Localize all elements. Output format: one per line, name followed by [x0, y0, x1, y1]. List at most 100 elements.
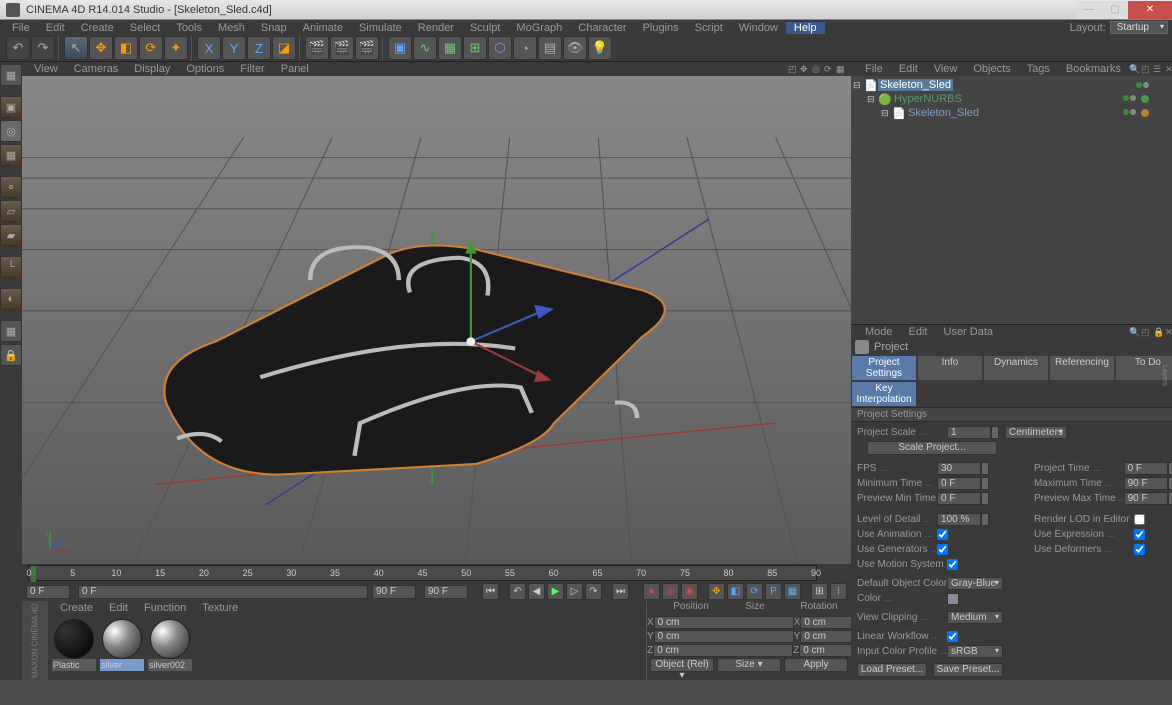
- attr-menu-mode[interactable]: Mode: [857, 326, 901, 338]
- obj-close-icon[interactable]: ✕: [1165, 64, 1172, 74]
- use-def-check[interactable]: [1134, 544, 1145, 555]
- attr-close-icon[interactable]: ✕: [1165, 327, 1172, 337]
- menu-script[interactable]: Script: [687, 22, 731, 34]
- mat-menu-edit[interactable]: Edit: [101, 602, 136, 614]
- coord-system-button[interactable]: ◪: [272, 36, 296, 60]
- obj-menu-bookmarks[interactable]: Bookmarks: [1058, 63, 1129, 75]
- window-maximize-button[interactable]: ▢: [1102, 1, 1128, 19]
- add-light-button[interactable]: 👁: [563, 36, 587, 60]
- record-button[interactable]: ●: [643, 583, 660, 600]
- keysel-button[interactable]: ◉: [681, 583, 698, 600]
- redo-button[interactable]: ↷: [31, 36, 55, 60]
- obj-menu-view[interactable]: View: [926, 63, 966, 75]
- render-region-button[interactable]: 🎬: [330, 36, 354, 60]
- lock-button[interactable]: 🔒: [0, 344, 22, 366]
- y-axis-button[interactable]: Y: [222, 36, 246, 60]
- attr-tab-referencing[interactable]: Referencing: [1049, 355, 1115, 381]
- default-color-select[interactable]: Gray-Blue: [947, 577, 1003, 590]
- pos-y[interactable]: [654, 630, 794, 643]
- max-time-field[interactable]: [1124, 477, 1168, 490]
- attr-tab-dynamics[interactable]: Dynamics: [983, 355, 1049, 381]
- add-camera-button[interactable]: ▤: [538, 36, 562, 60]
- prev-key-button[interactable]: ↶: [509, 583, 526, 600]
- axis-mode-button[interactable]: └: [0, 256, 22, 278]
- obj-menu-edit[interactable]: Edit: [891, 63, 926, 75]
- end-frame-field[interactable]: [372, 585, 416, 599]
- menu-snap[interactable]: Snap: [253, 22, 295, 34]
- menu-file[interactable]: File: [4, 22, 38, 34]
- use-gen-check[interactable]: [937, 544, 948, 555]
- menu-render[interactable]: Render: [410, 22, 462, 34]
- recent-tool[interactable]: ✦: [164, 36, 188, 60]
- select-tool[interactable]: ↖: [64, 36, 88, 60]
- add-cube-button[interactable]: ▣: [388, 36, 412, 60]
- coord-btn-2[interactable]: Apply: [784, 658, 848, 672]
- obj-menu-file[interactable]: File: [857, 63, 891, 75]
- color-swatch[interactable]: [947, 593, 959, 605]
- end-range-field[interactable]: [424, 585, 468, 599]
- z-axis-button[interactable]: Z: [247, 36, 271, 60]
- key-pos-button[interactable]: ✥: [708, 583, 725, 600]
- attr-search-icon[interactable]: 🔍: [1129, 327, 1139, 337]
- mat-menu-function[interactable]: Function: [136, 602, 194, 614]
- input-color-select[interactable]: sRGB: [947, 645, 1003, 658]
- attr-tab-info[interactable]: Info: [917, 355, 983, 381]
- window-close-button[interactable]: ✕: [1128, 1, 1172, 19]
- attr-up-icon[interactable]: ◰: [1141, 327, 1151, 337]
- menu-help[interactable]: Help: [786, 22, 825, 34]
- key-pla-button[interactable]: ▦: [784, 583, 801, 600]
- undo-button[interactable]: ↶: [6, 36, 30, 60]
- obj-menu-tags[interactable]: Tags: [1019, 63, 1058, 75]
- pos-z[interactable]: [653, 644, 793, 657]
- lod-field[interactable]: [937, 513, 981, 526]
- key-opts-button[interactable]: ⊞: [811, 583, 828, 600]
- add-environment-button[interactable]: ◔: [513, 36, 537, 60]
- render-settings-button[interactable]: 🎬: [355, 36, 379, 60]
- layout-select[interactable]: Startup: [1110, 21, 1168, 34]
- material-silver[interactable]: silver: [100, 619, 144, 676]
- object-tree[interactable]: ⊟📄Skeleton_Sled⊟🟢HyperNURBS⊟📄Skeleton_Sl…: [851, 76, 1172, 324]
- project-scale-field[interactable]: [947, 426, 991, 439]
- goto-end-button[interactable]: ⏭: [612, 583, 629, 600]
- tree-row-1[interactable]: ⊟🟢HyperNURBS: [853, 92, 1172, 106]
- vp-icon-5[interactable]: ▦: [836, 64, 847, 75]
- points-mode-button[interactable]: ⚬: [0, 176, 22, 198]
- menu-select[interactable]: Select: [122, 22, 169, 34]
- coord-btn-0[interactable]: Object (Rel) ▾: [650, 658, 714, 672]
- move-tool[interactable]: ✥: [89, 36, 113, 60]
- key-scale-button[interactable]: ◧: [727, 583, 744, 600]
- add-array-button[interactable]: ⊞: [463, 36, 487, 60]
- vp-icon-3[interactable]: ◎: [812, 64, 823, 75]
- tree-row-2[interactable]: ⊟📄Skeleton_Sled: [853, 106, 1172, 120]
- vp-menu-display[interactable]: Display: [126, 63, 178, 75]
- vp-icon-2[interactable]: ✥: [800, 64, 811, 75]
- menu-edit[interactable]: Edit: [38, 22, 73, 34]
- menu-character[interactable]: Character: [570, 22, 634, 34]
- object-mode-button[interactable]: ◎: [0, 120, 22, 142]
- pos-x[interactable]: [654, 616, 794, 629]
- obj-filter-icon[interactable]: ☰: [1153, 64, 1163, 74]
- load-preset-button[interactable]: Load Preset...: [857, 663, 927, 677]
- add-nurbs-button[interactable]: ▦: [438, 36, 462, 60]
- fps-field[interactable]: [937, 462, 981, 475]
- goto-start-button[interactable]: ⏮: [482, 583, 499, 600]
- menu-sculpt[interactable]: Sculpt: [462, 22, 509, 34]
- use-expr-check[interactable]: [1134, 529, 1145, 540]
- vp-menu-cameras[interactable]: Cameras: [66, 63, 127, 75]
- use-anim-check[interactable]: [937, 529, 948, 540]
- vp-menu-filter[interactable]: Filter: [232, 63, 272, 75]
- vp-icon-4[interactable]: ⟳: [824, 64, 835, 75]
- vp-menu-options[interactable]: Options: [178, 63, 232, 75]
- scale-tool[interactable]: ◧: [114, 36, 138, 60]
- polygon-mode-button[interactable]: ▰: [0, 224, 22, 246]
- viewport-mode-button[interactable]: ◐: [0, 288, 22, 310]
- current-frame-field[interactable]: [26, 585, 70, 599]
- time-slider-field[interactable]: [78, 585, 368, 599]
- add-scene-button[interactable]: 💡: [588, 36, 612, 60]
- play-button[interactable]: ▶: [547, 583, 564, 600]
- playhead[interactable]: [31, 566, 36, 582]
- key-param-button[interactable]: P: [765, 583, 782, 600]
- preview-max-field[interactable]: [1124, 492, 1168, 505]
- obj-search-icon[interactable]: 🔍: [1129, 64, 1139, 74]
- vp-menu-panel[interactable]: Panel: [273, 63, 317, 75]
